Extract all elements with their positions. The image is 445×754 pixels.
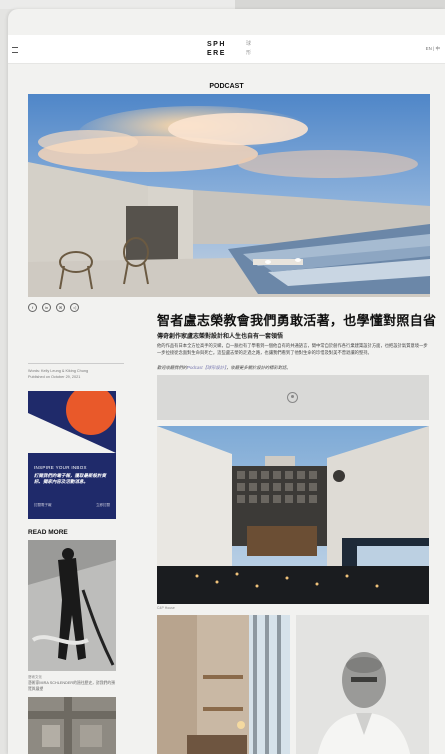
facebook-icon[interactable]: f [28, 303, 37, 312]
read-more-category: 藝術文化 [28, 675, 42, 679]
read-more-image-2[interactable] [28, 697, 116, 754]
read-more-heading: READ MORE [28, 529, 68, 536]
read-more-image-1[interactable] [28, 540, 116, 671]
article-subtitle: 傳奇創作家盧志榮對設計和人生也自有一套領悟 [157, 334, 284, 340]
podcast-player[interactable] [157, 375, 429, 420]
hero-image [28, 94, 430, 297]
ad-sun-graphic [66, 391, 116, 435]
email-icon[interactable]: ✉ [56, 303, 65, 312]
share-icons: f in ✉ ◁ [28, 303, 79, 312]
logo-chinese: 球 形 [246, 40, 251, 58]
podcast-icon[interactable] [287, 392, 298, 403]
menu-icon[interactable] [12, 47, 18, 53]
architecture-image [157, 426, 429, 604]
share-icon[interactable]: ◁ [70, 303, 79, 312]
article-body: 他的作品有日本全方位高手的交織，自一脈也有了學看到一個他自有的共通語言，間中常自… [157, 343, 428, 355]
logo-chinese-1: 球 [246, 41, 252, 47]
byline: Words: Kelly Leung & Kiking Chung Publis… [28, 363, 124, 380]
portrait-image [296, 615, 429, 754]
logo-chinese-2: 形 [246, 50, 252, 56]
background-strip-left [0, 0, 235, 9]
top-nav: SPH ERE 球 形 EN | 中 [8, 35, 445, 64]
read-more-title[interactable]: 藝術家MIRA SCHLENDER的過往歷史，對我們的預覽與展望 [28, 681, 116, 692]
section-title: PODCAST [209, 83, 244, 90]
ad-body: 訂閱我們的電子報，獲取最新設計資訊、獨家內容及活動消息。 [34, 473, 106, 484]
ad-footer-left[interactable]: 訂閱電子報 [34, 503, 52, 508]
podcast-link[interactable]: Podcast【球形設計】 [187, 365, 226, 370]
logo-line2: ERE [207, 50, 226, 57]
ad-headline: INSPIRE YOUR INBOX [34, 465, 87, 470]
podcast-note: 歡迎收聽我們的Podcast【球形設計】，收聽更多關於設計的精彩對話。 [157, 365, 291, 371]
background-strip [0, 0, 445, 9]
language-switcher[interactable]: EN | 中 [426, 46, 440, 52]
byline-date: Published on October 29, 2021 [28, 374, 81, 379]
linkedin-icon[interactable]: in [42, 303, 51, 312]
image-caption: C4P House [157, 606, 175, 610]
page-frame: SPH ERE 球 形 EN | 中 PODCAST f in ✉ ◁ 智者盧志… [8, 9, 445, 754]
article-title: 智者盧志榮教會我們勇敢活著，也學懂對照自省 [157, 313, 437, 328]
newsletter-ad[interactable]: INSPIRE YOUR INBOX 訂閱我們的電子報，獲取最新設計資訊、獨家內… [28, 391, 116, 519]
site-logo[interactable]: SPH ERE [207, 40, 226, 58]
ad-footer-right[interactable]: 立即訂閱 [96, 503, 110, 508]
logo-line1: SPH [207, 41, 226, 48]
background-strip-right [235, 0, 445, 9]
note-suffix: ，收聽更多關於設計的精彩對話。 [226, 365, 291, 370]
interior-image [157, 615, 290, 754]
note-prefix: 歡迎收聽我們的 [157, 365, 188, 370]
